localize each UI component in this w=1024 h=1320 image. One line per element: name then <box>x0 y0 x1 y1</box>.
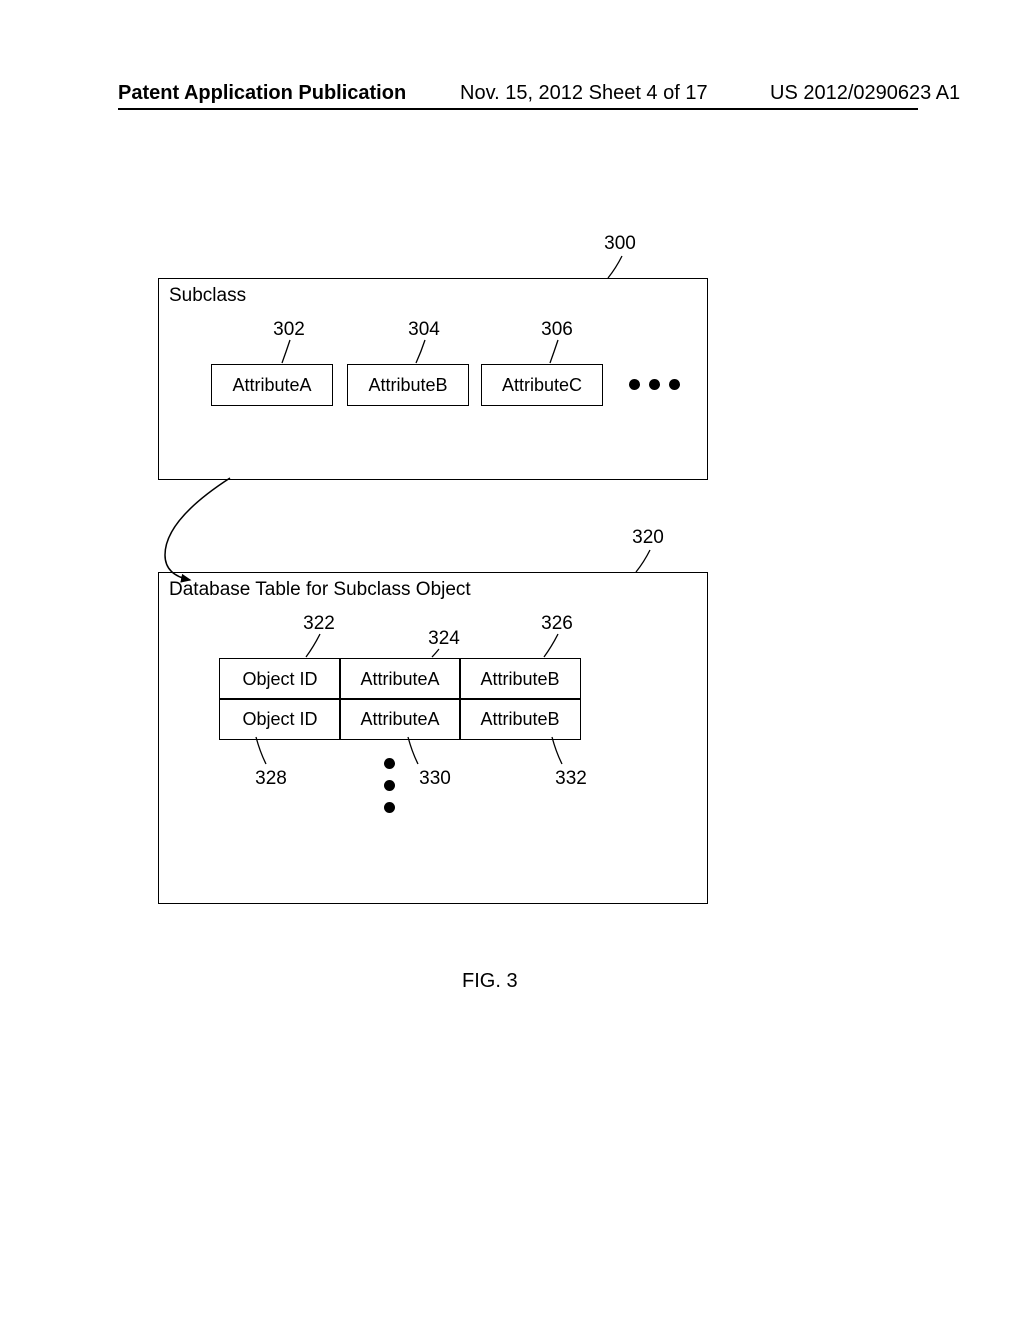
ref-328: 328 <box>251 768 291 790</box>
table-cell-r1c2: AttributeA <box>339 658 461 700</box>
ref-330: 330 <box>415 768 455 790</box>
attr-c-box: AttributeC <box>481 364 603 406</box>
ref-300: 300 <box>600 233 640 255</box>
ellipsis-v-dot <box>384 802 395 813</box>
db-table-title: Database Table for Subclass Object <box>169 579 471 601</box>
subclass-title: Subclass <box>169 285 246 307</box>
ellipsis-h-dot <box>649 379 660 390</box>
ref-320: 320 <box>628 527 668 549</box>
header-right: US 2012/0290623 A1 <box>770 82 960 105</box>
ref-324: 324 <box>424 628 464 650</box>
table-cell-r2c2: AttributeA <box>339 698 461 740</box>
ellipsis-v-dot <box>384 780 395 791</box>
attr-b-box: AttributeB <box>347 364 469 406</box>
subclass-box: Subclass 302 304 306 AttributeA Attribut… <box>158 278 708 480</box>
attr-a-box: AttributeA <box>211 364 333 406</box>
ref-322: 322 <box>299 613 339 635</box>
figure-caption: FIG. 3 <box>462 970 518 993</box>
ref-306: 306 <box>537 319 577 341</box>
ellipsis-h-dot <box>629 379 640 390</box>
ref-304: 304 <box>404 319 444 341</box>
table-cell-r1c3: AttributeB <box>459 658 581 700</box>
table-cell-r2c3: AttributeB <box>459 698 581 740</box>
page: Patent Application Publication Nov. 15, … <box>0 0 1024 1320</box>
ellipsis-h-dot <box>669 379 680 390</box>
table-cell-r1c1: Object ID <box>219 658 341 700</box>
ellipsis-v-dot <box>384 758 395 769</box>
ref-326: 326 <box>537 613 577 635</box>
ref-332: 332 <box>551 768 591 790</box>
ref-302: 302 <box>269 319 309 341</box>
header-rule <box>118 108 918 110</box>
header-mid: Nov. 15, 2012 Sheet 4 of 17 <box>460 82 708 105</box>
table-cell-r2c1: Object ID <box>219 698 341 740</box>
db-table-box: Database Table for Subclass Object 322 3… <box>158 572 708 904</box>
header-left: Patent Application Publication <box>118 82 406 105</box>
